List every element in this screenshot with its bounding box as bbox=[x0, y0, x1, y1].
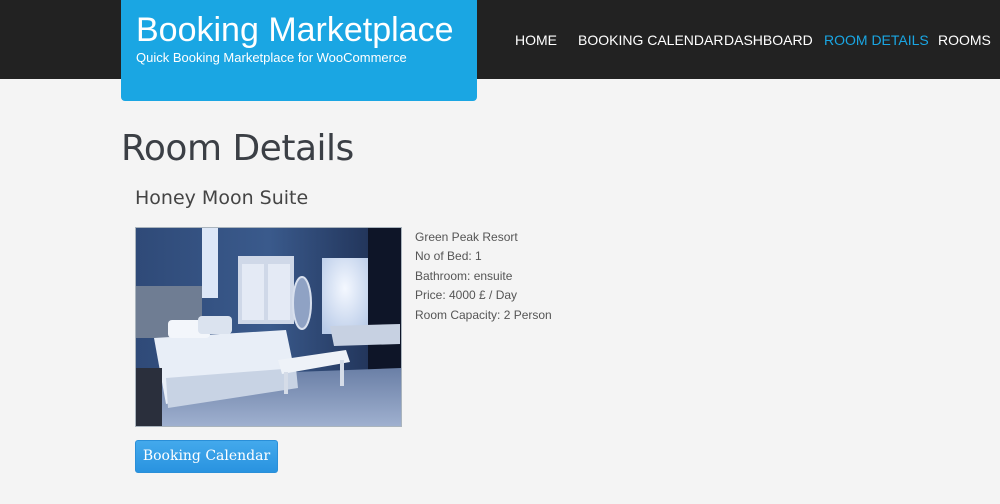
room-details-list: Green Peak Resort No of Bed: 1 Bathroom:… bbox=[415, 228, 552, 325]
nav-item-room-details[interactable]: ROOM DETAILS bbox=[824, 31, 929, 49]
booking-calendar-button[interactable]: Booking Calendar bbox=[135, 440, 278, 473]
bedroom-image bbox=[136, 228, 401, 426]
site-logo-link[interactable]: Booking Marketplace Quick Booking Market… bbox=[121, 0, 477, 101]
nav-item-rooms[interactable]: ROOMS bbox=[938, 31, 991, 49]
bathroom-info: Bathroom: ensuite bbox=[415, 268, 513, 283]
room-name: Honey Moon Suite bbox=[135, 187, 309, 209]
nav-item-dashboard[interactable]: DASHBOARD bbox=[724, 31, 813, 49]
nav-item-booking-calendar[interactable]: BOOKING CALENDAR bbox=[578, 31, 723, 49]
site-tagline: Quick Booking Marketplace for WooCommerc… bbox=[136, 50, 407, 65]
bed-count: No of Bed: 1 bbox=[415, 249, 482, 264]
resort-name: Green Peak Resort bbox=[415, 230, 518, 244]
room-capacity: Room Capacity: 2 Person bbox=[415, 307, 552, 322]
room-photo bbox=[135, 227, 402, 427]
nav-item-home[interactable]: HOME bbox=[515, 31, 557, 49]
price-info: Price: 4000 £ / Day bbox=[415, 288, 518, 303]
page-title: Room Details bbox=[121, 128, 354, 169]
site-title: Booking Marketplace bbox=[136, 11, 454, 49]
top-navigation-bar: Booking Marketplace Quick Booking Market… bbox=[0, 0, 1000, 101]
